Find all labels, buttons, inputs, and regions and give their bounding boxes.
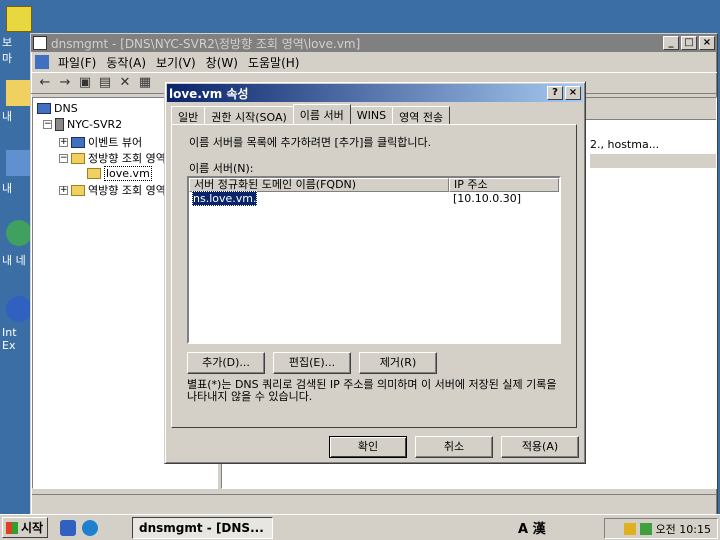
list-header: 서버 정규화된 도메인 이름(FQDN) IP 주소: [189, 178, 559, 192]
list-row[interactable]: ns.love.vm. [10.10.0.30]: [189, 191, 559, 206]
desktop-label-2: 내: [2, 110, 13, 123]
desktop-label-1: 보마: [2, 36, 13, 65]
delete-icon[interactable]: ✕: [115, 74, 135, 92]
quicklaunch-icon-1[interactable]: [60, 519, 76, 536]
expand-icon[interactable]: +: [59, 185, 68, 195]
mmc-icon: [35, 55, 49, 69]
desktop-icon-5[interactable]: [6, 296, 32, 322]
name-server-list[interactable]: 서버 정규화된 도메인 이름(FQDN) IP 주소 ns.love.vm. […: [187, 176, 561, 344]
tree-server[interactable]: − NYC-SVR2: [43, 118, 122, 131]
collapse-icon[interactable]: −: [59, 153, 68, 163]
taskbar-item-dnsmgmt[interactable]: dnsmgmt - [DNS...: [132, 516, 273, 539]
tab-zone-transfers[interactable]: 영역 전송: [392, 106, 451, 124]
desktop-icon-2[interactable]: [6, 80, 32, 106]
row-ip: [10.10.0.30]: [453, 192, 522, 205]
tab-soa[interactable]: 권한 시작(SOA): [204, 106, 294, 124]
tab-wins[interactable]: WINS: [349, 106, 394, 124]
tray-icon-2[interactable]: [639, 522, 652, 535]
ime-indicator[interactable]: A 漢: [518, 518, 546, 537]
tree-dns[interactable]: DNS: [37, 102, 78, 115]
menu-window[interactable]: 창(W): [201, 54, 243, 71]
edit-button[interactable]: 편집(E)...: [273, 352, 351, 374]
desktop-icon-1[interactable]: [6, 6, 32, 32]
dialog-close-button[interactable]: ×: [565, 86, 581, 100]
tree-eventviewer[interactable]: + 이벤트 뷰어: [59, 134, 142, 150]
menu-view[interactable]: 보기(V): [151, 54, 201, 71]
apply-button[interactable]: 적용(A): [501, 436, 579, 458]
show-tree-icon[interactable]: ▤: [95, 74, 115, 92]
menubar: 파일(F) 동작(A) 보기(V) 창(W) 도움말(H): [31, 52, 717, 72]
close-button[interactable]: ×: [699, 36, 715, 50]
column-ip[interactable]: IP 주소: [449, 178, 559, 192]
tab-strip: 일반 권한 시작(SOA) 이름 서버 WINS 영역 전송: [171, 104, 451, 124]
tree-reverse-zones[interactable]: + 역방향 조회 영역: [59, 182, 166, 198]
dialog-title: love.vm 속성: [169, 86, 249, 101]
up-folder-icon[interactable]: ▣: [75, 74, 95, 92]
help-button[interactable]: ?: [547, 86, 563, 100]
app-icon: [33, 36, 47, 50]
start-button[interactable]: 시작: [2, 517, 48, 538]
column-fqdn[interactable]: 서버 정규화된 도메인 이름(FQDN): [189, 178, 449, 192]
menu-help[interactable]: 도움말(H): [243, 54, 305, 71]
event-viewer-icon: [71, 136, 85, 148]
detail-row-2[interactable]: [590, 154, 716, 168]
folder-icon: [71, 184, 85, 196]
ok-button[interactable]: 확인: [329, 436, 407, 458]
desktop-label-3: 내: [2, 182, 13, 195]
tab-general[interactable]: 일반: [171, 106, 206, 124]
instruction-text: 이름 서버를 목록에 추가하려면 [추가]를 클릭합니다.: [189, 136, 432, 149]
desktop-icon-3[interactable]: [6, 150, 32, 176]
ie-icon[interactable]: [82, 519, 98, 536]
properties-dialog: love.vm 속성 ? × 일반 권한 시작(SOA) 이름 서버 WINS …: [164, 81, 586, 464]
list-label: 이름 서버(N):: [189, 162, 254, 175]
back-icon[interactable]: ←: [35, 74, 55, 92]
main-titlebar[interactable]: dnsmgmt - [DNS\NYC-SVR2\정방향 조회 영역\love.v…: [31, 34, 717, 52]
dns-icon: [37, 103, 51, 114]
remove-button[interactable]: 제거(R): [359, 352, 437, 374]
maximize-button[interactable]: □: [681, 36, 697, 50]
tree-zone-lovevm[interactable]: love.vm: [87, 166, 152, 181]
tray-icon[interactable]: [623, 522, 636, 535]
desktop-label-4: 내 네: [2, 254, 26, 267]
forward-icon[interactable]: →: [55, 74, 75, 92]
tree-forward-zones[interactable]: − 정방향 조회 영역: [59, 150, 166, 166]
note-text: 별표(*)는 DNS 쿼리로 검색된 IP 주소를 의미하며 이 서버에 저장된…: [187, 378, 557, 403]
taskbar: 시작 dnsmgmt - [DNS... A 漢 오전 10:15: [0, 514, 720, 540]
dialog-titlebar[interactable]: love.vm 속성 ? ×: [167, 84, 583, 102]
folder-icon: [71, 152, 85, 164]
add-button[interactable]: 추가(D)...: [187, 352, 265, 374]
detail-row[interactable]: 2., hostma...: [590, 138, 716, 151]
menu-file[interactable]: 파일(F): [53, 54, 101, 71]
server-icon: [55, 118, 64, 131]
tab-name-servers[interactable]: 이름 서버: [292, 104, 351, 124]
desktop-label-5: Int Ex: [2, 326, 17, 352]
properties-icon[interactable]: ▦: [135, 74, 155, 92]
row-fqdn: ns.love.vm.: [192, 191, 258, 206]
windows-logo-icon: [6, 521, 18, 534]
zone-icon: [87, 168, 101, 179]
main-title: dnsmgmt - [DNS\NYC-SVR2\정방향 조회 영역\love.v…: [51, 36, 361, 51]
status-bar: [32, 494, 716, 514]
cancel-button[interactable]: 취소: [415, 436, 493, 458]
clock[interactable]: 오전 10:15: [656, 521, 711, 537]
collapse-icon[interactable]: −: [43, 120, 52, 129]
minimize-button[interactable]: _: [663, 36, 679, 50]
menu-action[interactable]: 동작(A): [101, 54, 151, 71]
expand-icon[interactable]: +: [59, 137, 68, 147]
desktop-icon-4[interactable]: [6, 220, 32, 246]
system-tray: 오전 10:15: [604, 518, 718, 539]
